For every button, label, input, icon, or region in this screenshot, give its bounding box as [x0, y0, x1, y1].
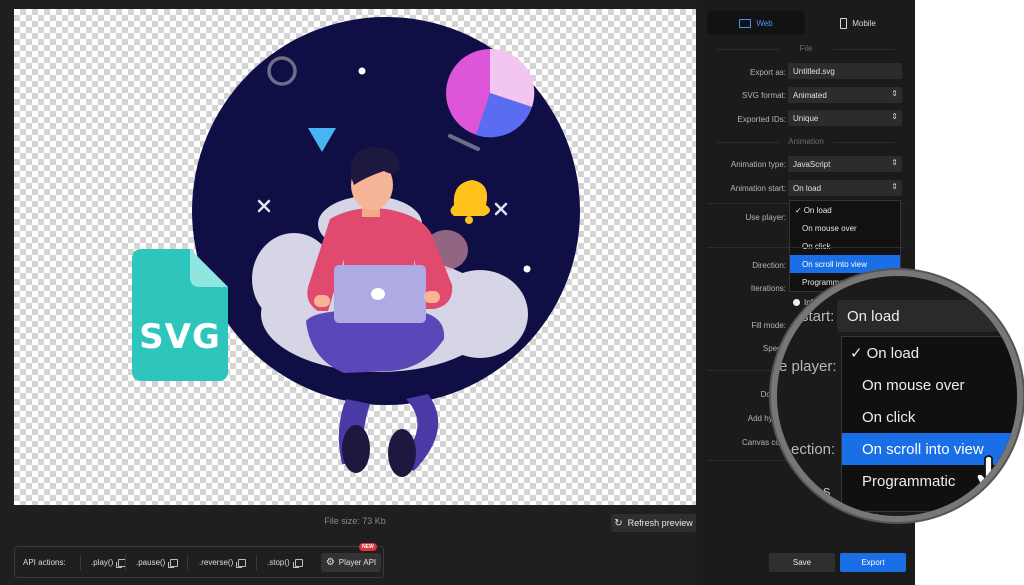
exported-ids-select[interactable]: Unique — [788, 110, 902, 126]
preview-canvas: SVG — [14, 9, 696, 505]
tab-web[interactable]: Web — [707, 11, 805, 35]
option-label: Programmatic — [862, 472, 956, 490]
stop-action-label: .stop() — [267, 558, 290, 567]
copy-icon[interactable] — [236, 558, 247, 568]
mag-s-label: s — [823, 483, 831, 500]
exported-ids-label: Exported IDs: — [737, 115, 786, 124]
mag-use-player-label: e player: — [779, 358, 837, 375]
api-actions-bar: API actions: .play() .pause() .reverse()… — [14, 546, 384, 578]
exported-ids-value: Unique — [793, 113, 819, 123]
separator — [125, 555, 126, 570]
option-label: On scroll into view — [862, 440, 984, 458]
reverse-action-label: .reverse() — [199, 558, 234, 567]
direction-label: Direction: — [752, 261, 786, 270]
save-button[interactable]: Save — [769, 553, 835, 572]
option-label: On load — [803, 205, 832, 215]
hand-cursor-icon — [975, 455, 1010, 497]
refresh-icon: ↻ — [614, 517, 623, 529]
dot-decoration — [523, 265, 531, 273]
section-animation: Animation — [697, 137, 915, 146]
animation-start-value: On load — [793, 183, 822, 193]
dot-decoration — [358, 67, 366, 75]
export-button[interactable]: Export — [840, 553, 906, 572]
mag-option-on-load[interactable]: ✓ On load — [842, 337, 1017, 369]
option-label: On load — [866, 344, 920, 362]
section-file: File — [697, 44, 915, 53]
magnifier-callout: start: On load e player: ection: s ✓ On l… — [771, 270, 1023, 522]
option-label: On mouse over — [862, 376, 965, 394]
stop-action[interactable]: .stop() — [267, 558, 303, 568]
separator — [256, 555, 257, 570]
animation-type-value: JavaScript — [793, 159, 831, 169]
export-as-input[interactable]: Untitled.svg — [788, 63, 902, 79]
option-label: On scroll into view — [802, 259, 867, 269]
svg-format-select[interactable]: Animated — [788, 87, 902, 103]
check-icon: ✓ — [850, 345, 863, 362]
play-action-label: .play() — [91, 558, 114, 567]
mag-option-on-mouse-over[interactable]: On mouse over — [842, 369, 1017, 401]
copy-icon[interactable] — [292, 558, 303, 568]
refresh-label: Refresh preview — [627, 518, 693, 528]
reverse-action[interactable]: .reverse() — [199, 558, 247, 568]
divider — [707, 247, 905, 248]
mag-select-value: On load — [847, 307, 900, 325]
svg-format-value: Animated — [793, 90, 827, 100]
use-player-label: Use player: — [745, 213, 786, 222]
dropdown-option-on-click[interactable]: On click — [790, 237, 900, 255]
player-api-label: Player API — [338, 558, 377, 567]
player-api-button[interactable]: ⚙ Player API — [321, 553, 381, 572]
animation-type-label: Animation type: — [730, 160, 786, 169]
check-icon: ✓ — [795, 205, 802, 215]
animation-start-label: Animation start: — [730, 184, 786, 193]
tab-web-label: Web — [756, 18, 773, 28]
illustration — [132, 17, 580, 477]
separator — [80, 555, 81, 570]
monitor-icon — [739, 18, 752, 28]
mag-start-label: start: — [801, 308, 835, 325]
option-label: On click — [802, 241, 831, 251]
option-label: On mouse over — [802, 223, 857, 233]
svg-format-label: SVG format: — [741, 91, 786, 100]
animation-start-select[interactable]: On load — [788, 180, 902, 196]
refresh-preview-button[interactable]: ↻ Refresh preview — [611, 514, 696, 532]
option-label: On click — [862, 408, 916, 426]
file-size-text: File size: 73 Kb — [324, 516, 386, 526]
separator — [187, 555, 188, 570]
dropdown-option-on-mouse-over[interactable]: On mouse over — [790, 219, 900, 237]
new-badge: NEW — [359, 543, 377, 551]
svg-badge-text: SVG — [139, 317, 221, 357]
export-as-label: Export as: — [749, 68, 786, 77]
api-actions-label: API actions: — [23, 558, 66, 567]
pause-action[interactable]: .pause() — [136, 558, 179, 568]
pie-chart-decoration — [446, 48, 535, 138]
phone-icon — [840, 17, 848, 29]
mag-animation-start-select[interactable]: On load — [837, 300, 1017, 332]
tab-mobile-label: Mobile — [852, 18, 876, 28]
copy-icon[interactable] — [168, 558, 179, 568]
mag-option-on-click[interactable]: On click — [842, 401, 1017, 433]
play-action[interactable]: .play() — [91, 558, 127, 568]
tab-mobile[interactable]: Mobile — [809, 11, 907, 35]
animation-type-select[interactable]: JavaScript — [788, 156, 902, 172]
pause-action-label: .pause() — [136, 558, 166, 567]
gear-icon: ⚙ — [325, 557, 335, 568]
dropdown-option-on-load[interactable]: ✓ On load — [790, 201, 900, 219]
mag-direction-label: ection: — [791, 441, 836, 458]
